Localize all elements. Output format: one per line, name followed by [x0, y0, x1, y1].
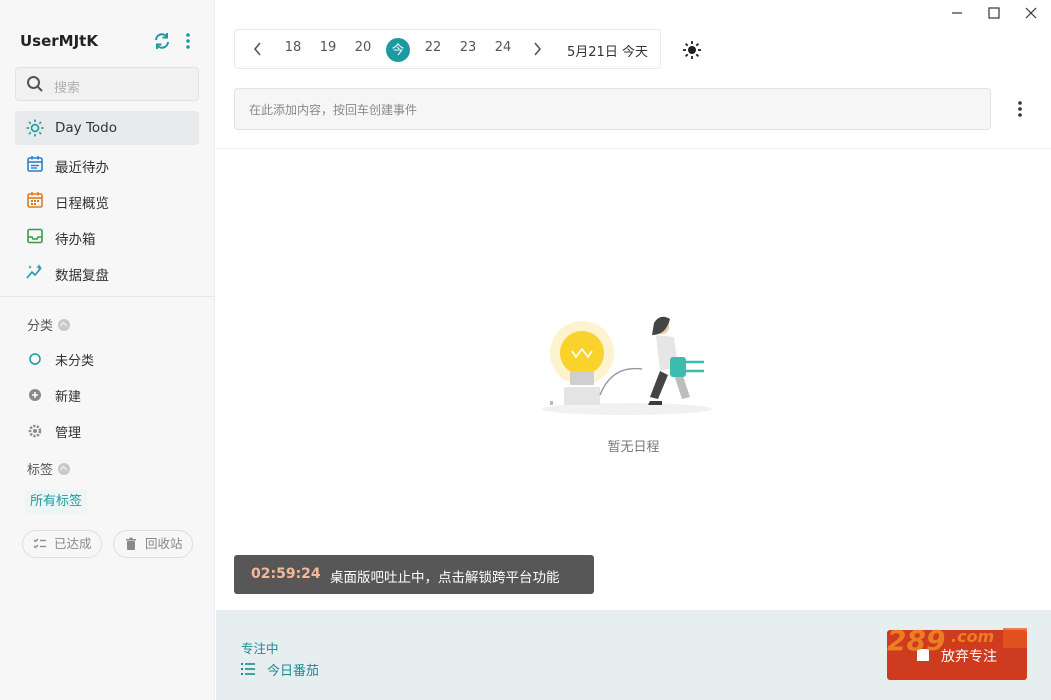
- theme-sun-icon[interactable]: [681, 39, 703, 61]
- sidebar: UserMJtK 搜索 Day Todo 最近待办 日程概览 待办箱 数据复盘 …: [0, 0, 215, 700]
- nav-label: 待办箱: [55, 232, 96, 248]
- current-date-label[interactable]: 5月21日 今天: [567, 41, 648, 60]
- maximize-icon[interactable]: [987, 6, 1001, 20]
- empty-state-text: 暂无日程: [607, 440, 660, 455]
- nav-label: Day Todo: [55, 120, 117, 136]
- sidebar-divider: [0, 296, 215, 297]
- sun-icon: [26, 119, 44, 137]
- list-icon: [241, 663, 255, 675]
- day-22[interactable]: 22: [420, 40, 446, 55]
- svg-text:.com: .com: [951, 627, 994, 646]
- chevron-up-icon[interactable]: [58, 319, 71, 331]
- search-icon: [27, 76, 43, 92]
- tag-heading-label: 标签: [27, 463, 54, 478]
- inbox-icon: [27, 228, 43, 244]
- category-label: 新建: [55, 390, 82, 405]
- more-vertical-icon[interactable]: [182, 31, 194, 51]
- tag-heading[interactable]: 标签: [27, 459, 71, 478]
- minimize-icon[interactable]: [950, 6, 964, 20]
- search-box[interactable]: 搜索: [15, 67, 199, 101]
- main-divider: [216, 148, 1051, 149]
- calendar-grid-icon: [27, 192, 43, 208]
- checklist-icon: [33, 538, 46, 549]
- timer-toast: 02:59:24 桌面版吧吐止中，点击解锁跨平台功能: [234, 555, 594, 594]
- nav-inbox[interactable]: 待办箱: [15, 219, 199, 253]
- sparkle-chart-icon: [26, 264, 42, 279]
- username[interactable]: UserMJtK: [20, 32, 98, 50]
- trash-label: 回收站: [145, 536, 183, 551]
- close-icon[interactable]: [1024, 6, 1038, 20]
- nav-schedule-overview[interactable]: 日程概览: [15, 183, 199, 217]
- nav-data-review[interactable]: 数据复盘: [15, 255, 199, 289]
- chevron-up-icon[interactable]: [58, 463, 71, 475]
- nav-recent-todo[interactable]: 最近待办: [15, 147, 199, 181]
- today-tomato-label: 今日番茄: [267, 664, 320, 679]
- nav-label: 日程概览: [55, 196, 109, 212]
- category-label: 未分类: [55, 354, 95, 369]
- trash-icon: [126, 537, 136, 550]
- day-24[interactable]: 24: [490, 40, 516, 55]
- focus-status: 专注中: [241, 641, 279, 656]
- chevron-left-icon[interactable]: [252, 42, 264, 56]
- calendar-list-icon: [27, 156, 43, 172]
- timer-message[interactable]: 桌面版吧吐止中，点击解锁跨平台功能: [330, 566, 560, 586]
- category-heading[interactable]: 分类: [27, 315, 71, 334]
- circle-outline-icon: [29, 353, 41, 365]
- event-input[interactable]: [247, 99, 971, 121]
- svg-text:289: 289: [887, 624, 945, 657]
- nav-label: 最近待办: [55, 160, 109, 176]
- user-row: UserMJtK: [20, 30, 200, 54]
- nav-day-todo[interactable]: Day Todo: [15, 111, 199, 145]
- event-input-box[interactable]: [234, 88, 991, 130]
- watermark-logo: 289 .com: [887, 624, 1027, 657]
- all-tags-chip[interactable]: 所有标签: [25, 490, 88, 514]
- date-bar: 18 19 20 今 22 23 24 5月21日 今天: [234, 29, 661, 69]
- trash-button[interactable]: 回收站: [113, 530, 193, 558]
- day-18[interactable]: 18: [280, 40, 306, 55]
- day-today[interactable]: 今: [386, 38, 410, 62]
- nav-label: 数据复盘: [55, 268, 109, 284]
- plus-circle-icon: [29, 389, 41, 401]
- done-label: 已达成: [54, 536, 92, 551]
- timer-time: 02:59:24: [251, 566, 321, 582]
- empty-state-illustration: [542, 316, 712, 415]
- more-vertical-icon[interactable]: [1014, 99, 1026, 119]
- search-placeholder: 搜索: [54, 81, 81, 96]
- day-23[interactable]: 23: [455, 40, 481, 55]
- chevron-right-icon[interactable]: [531, 42, 543, 56]
- category-heading-label: 分类: [27, 319, 54, 334]
- day-19[interactable]: 19: [315, 40, 341, 55]
- sync-icon[interactable]: [152, 31, 172, 51]
- day-20[interactable]: 20: [350, 40, 376, 55]
- done-button[interactable]: 已达成: [22, 530, 102, 558]
